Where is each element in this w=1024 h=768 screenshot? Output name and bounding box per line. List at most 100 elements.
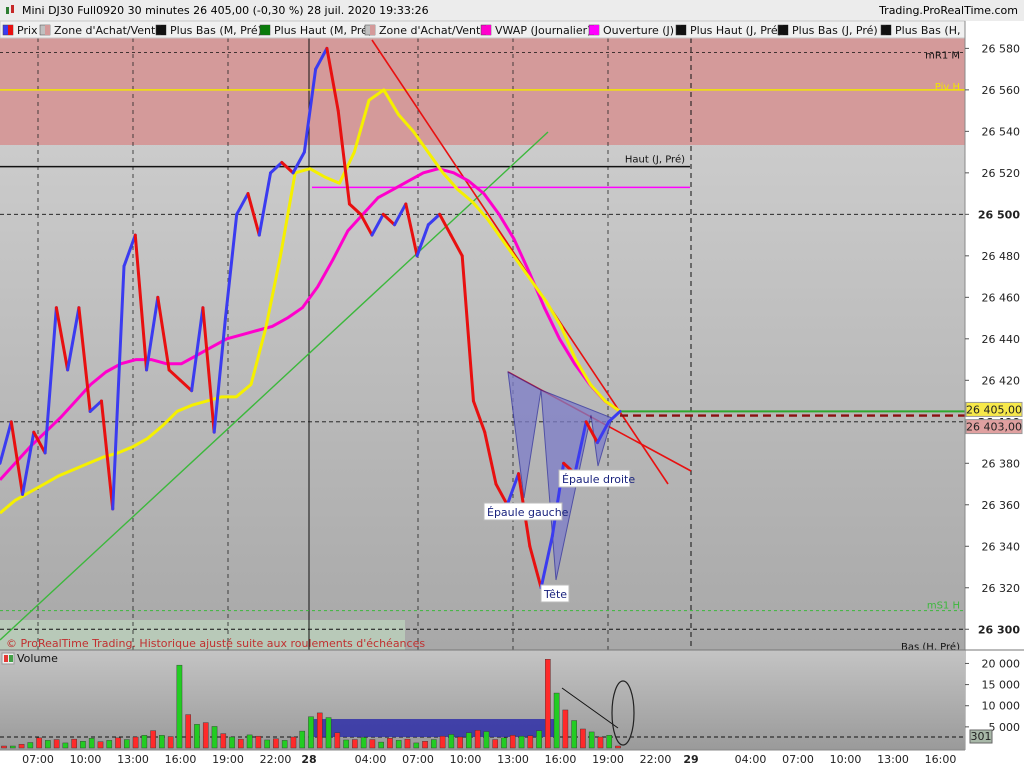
legend-item-1: Zone d'Achat/Vente xyxy=(39,24,162,37)
volume-last-label: 301 xyxy=(971,730,992,743)
legend-swatch-accent xyxy=(681,25,686,35)
x-tick-label: 29 xyxy=(683,753,698,766)
x-tick-label: 04:00 xyxy=(355,753,387,766)
volume-bar xyxy=(238,738,244,749)
volume-bar xyxy=(431,739,437,749)
x-tick-label: 19:00 xyxy=(592,753,624,766)
y-tick-label: 26 320 xyxy=(982,582,1021,595)
volume-bar xyxy=(88,738,95,749)
legend-item-8: Plus Bas (J, Pré) xyxy=(777,24,878,37)
volume-bar xyxy=(413,742,420,749)
volume-bar xyxy=(606,735,613,749)
x-tick-label: 16:00 xyxy=(545,753,577,766)
legend-item-4: Zone d'Achat/Vente xyxy=(364,24,487,37)
volume-panel: Volume xyxy=(0,649,1024,750)
volume-bar xyxy=(562,709,569,749)
volume-bar xyxy=(71,738,77,749)
x-tick-label: 07:00 xyxy=(782,753,814,766)
y-tick-label: 26 560 xyxy=(982,84,1021,97)
y-tick-label: 26 540 xyxy=(982,125,1021,138)
volume-bar xyxy=(202,722,209,749)
x-tick-label: 07:00 xyxy=(22,753,54,766)
y-tick-label: 26 580 xyxy=(982,42,1021,55)
annotation-label: Épaule gauche xyxy=(487,506,569,519)
y-tick-label: 26 420 xyxy=(982,374,1021,387)
x-tick-label: 10:00 xyxy=(830,753,862,766)
volume-bar xyxy=(220,733,227,749)
volume-bar xyxy=(474,730,481,749)
volume-bar xyxy=(369,739,376,749)
x-tick-label: 04:00 xyxy=(735,753,767,766)
volume-bar xyxy=(246,734,253,749)
legend-label: Plus Bas (H, P xyxy=(895,24,971,37)
volume-bar xyxy=(150,730,156,749)
volume-bar xyxy=(545,659,551,749)
volume-bar xyxy=(132,736,139,749)
y-tick-label: 26 300 xyxy=(978,623,1020,636)
level-label: mR1 M xyxy=(925,51,960,62)
volume-bar xyxy=(308,716,314,749)
legend-label: Plus Haut (M, Pré) xyxy=(274,24,372,37)
volume-bar xyxy=(334,732,341,749)
volume-bar xyxy=(290,736,297,749)
annotation-label: Épaule droite xyxy=(562,473,635,486)
legend-label: Plus Bas (J, Pré) xyxy=(792,24,878,37)
y-tick-label: 26 500 xyxy=(978,208,1020,221)
volume-bar xyxy=(264,739,270,749)
legend-label: Prix xyxy=(17,24,38,37)
volume-bar xyxy=(580,728,586,749)
volume-bar xyxy=(141,735,148,749)
legend-swatch-accent xyxy=(783,25,788,35)
volume-bar xyxy=(194,724,200,749)
volume-bar xyxy=(255,735,262,749)
volume-bar xyxy=(97,741,104,749)
volume-bar xyxy=(518,735,525,749)
y-tick-label: 26 460 xyxy=(982,291,1021,304)
volume-bar xyxy=(106,740,113,749)
volume-bar xyxy=(9,745,16,749)
x-tick-label: 13:00 xyxy=(497,753,529,766)
x-tick-label: 13:00 xyxy=(877,753,909,766)
volume-bar xyxy=(159,735,165,749)
chart-canvas[interactable]: mR1 MPiv HHaut (J, Pré)mS1 HBas (H, Pré)… xyxy=(0,0,1024,768)
volume-bar xyxy=(299,730,306,749)
volume-bar xyxy=(343,739,349,749)
legend-swatch-accent xyxy=(370,25,375,35)
volume-bar xyxy=(553,692,560,749)
volume-bar xyxy=(501,737,507,749)
volume-bar xyxy=(360,737,367,749)
volume-bar xyxy=(615,745,621,749)
volume-bar xyxy=(229,736,235,749)
sell-zone xyxy=(0,38,965,145)
volume-bar xyxy=(62,742,69,749)
x-tick-label: 16:00 xyxy=(165,753,197,766)
volume-bar xyxy=(422,741,428,749)
x-tick-label: 13:00 xyxy=(117,753,149,766)
volume-bar xyxy=(571,720,577,749)
volume-bar xyxy=(597,736,604,749)
x-tick-label: 19:00 xyxy=(212,753,244,766)
legend-bar: Prix Zone d'Achat/Vente Plus Bas (M, Pré) P… xyxy=(0,20,971,39)
legend-label: Plus Haut (J, Pré) xyxy=(690,24,782,37)
price-panel: mR1 MPiv HHaut (J, Pré)mS1 HBas (H, Pré)… xyxy=(0,38,965,750)
history-note: © ProRealTime Trading. Historique ajusté… xyxy=(6,637,425,650)
volume-legend-label: Volume xyxy=(17,652,58,665)
volume-bar xyxy=(588,731,595,749)
legend-swatch-accent xyxy=(486,25,491,35)
legend-item-9: Plus Bas (H, P xyxy=(880,24,971,37)
volume-bar xyxy=(115,737,121,749)
x-tick-label: 22:00 xyxy=(640,753,672,766)
legend-label: Zone d'Achat/Vente xyxy=(54,24,162,37)
level-label: Piv H xyxy=(935,82,960,93)
y-axis: 26 580 26 560 26 540 26 520 26 500 26 480 26 4… xyxy=(964,21,1024,750)
last-price-tag-label: 26 405,00 xyxy=(966,403,1022,416)
level-label: Haut (J, Pré) xyxy=(625,154,685,166)
y-tick-label: 26 380 xyxy=(982,457,1021,470)
x-tick-label: 07:00 xyxy=(402,753,434,766)
legend-item-5: VWAP (Journalier) xyxy=(480,24,591,37)
volume-bar xyxy=(395,740,402,749)
volume-tick-label: 15 000 xyxy=(982,679,1021,692)
volume-bar xyxy=(53,739,60,749)
x-tick-label: 22:00 xyxy=(260,753,292,766)
volume-bar xyxy=(18,743,25,749)
